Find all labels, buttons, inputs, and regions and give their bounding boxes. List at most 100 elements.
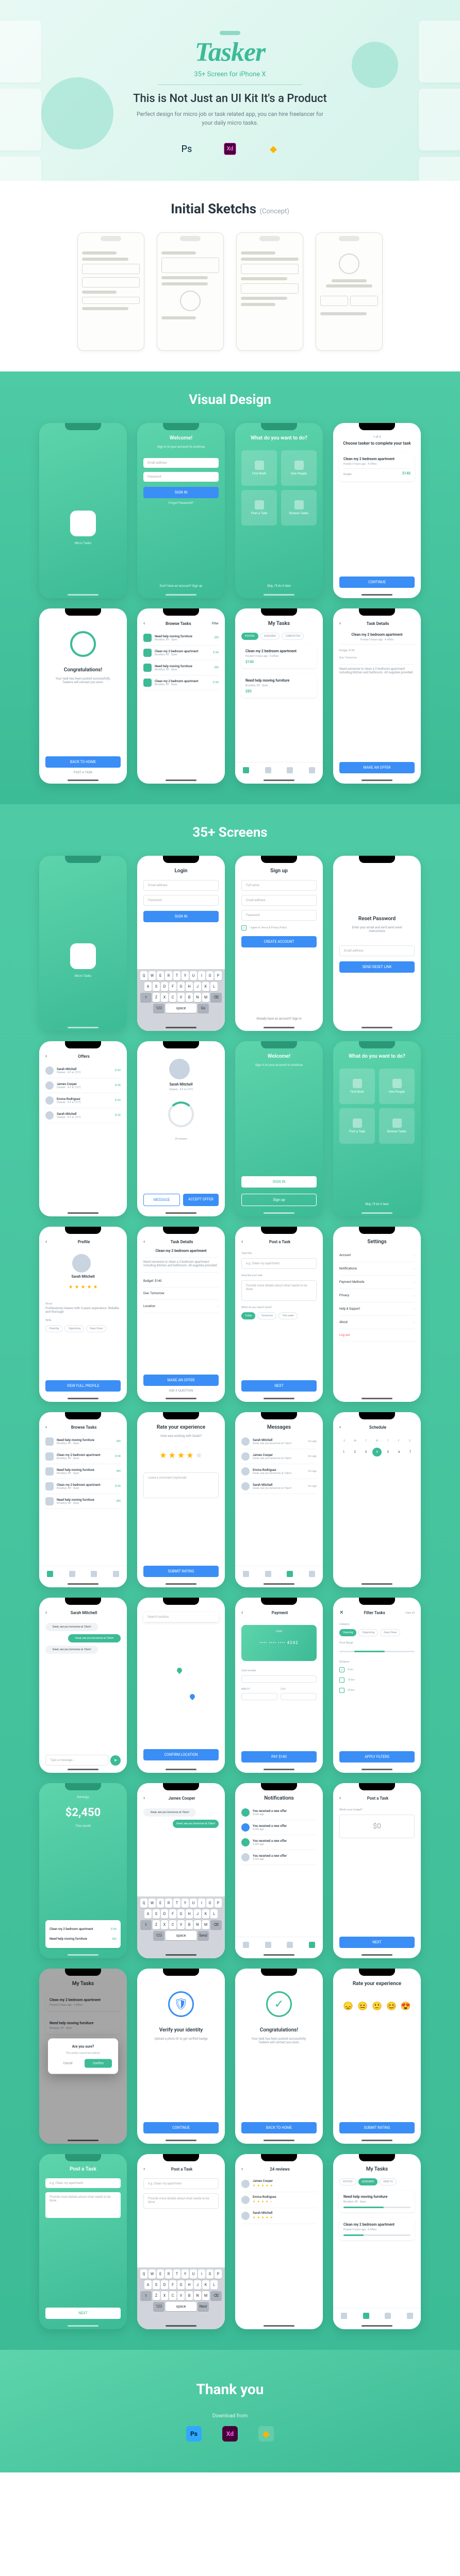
tab-assigned[interactable]: ASSIGNED [260, 633, 280, 640]
name-input[interactable]: Full name [241, 880, 317, 891]
divider [158, 84, 302, 85]
budget-input[interactable]: $0 [339, 1815, 415, 1838]
tab-bar [235, 762, 323, 777]
password-input[interactable]: Password [143, 472, 219, 482]
message-button[interactable]: MESSAGE [143, 1194, 180, 1206]
view-profile-button[interactable]: VIEW FULL PROFILE [45, 1380, 121, 1392]
expiry-input[interactable] [241, 1693, 277, 1700]
cat-browse[interactable]: Browse Tasks [281, 490, 317, 526]
reset-button[interactable]: SEND RESET LINK [339, 961, 415, 973]
task-title-input[interactable]: e.g. Clean my apartment [241, 1258, 317, 1269]
cat-find[interactable]: Find Work [241, 450, 277, 486]
email-input[interactable]: Email address [241, 895, 317, 906]
email-input[interactable]: Email address [339, 945, 415, 956]
emoji-sad[interactable]: 😞 [343, 2001, 353, 2011]
send-button[interactable]: ➤ [110, 1755, 121, 1766]
screen-reviews: ‹24 reviews James Cooper★★★★★ Emma Rodri… [235, 2154, 323, 2329]
task-title-input[interactable]: e.g. Clean my apartment [45, 2178, 121, 2188]
create-button[interactable]: CREATE ACCOUNT [241, 936, 317, 947]
task-details-input[interactable]: Provide more details about what needs to… [143, 2193, 219, 2209]
confirm-location-button[interactable]: CONFIRM LOCATION [143, 1749, 219, 1760]
tab-icon[interactable] [243, 767, 249, 773]
keyboard[interactable]: QWERTYUIOP ASDFGHJKL ⇧ZXCVBNM⌫ 123spaceN… [137, 2267, 225, 2329]
task-title-input[interactable]: e.g. Clean my apartment [143, 2178, 219, 2189]
task-details-input[interactable]: Provide more details about what needs to… [45, 2192, 121, 2218]
sketch-icon[interactable]: ◆ [258, 2426, 274, 2442]
backhome-button[interactable]: BACK TO HOME [45, 756, 121, 768]
tab-done[interactable]: COMPLETED [282, 633, 304, 640]
make-offer-button[interactable]: MAKE AN OFFER [339, 762, 415, 773]
offer-item[interactable]: James CooperCleaner · 4.9 ★ (127)$140 [45, 1078, 121, 1093]
tab-icon[interactable] [287, 767, 293, 773]
next-button[interactable]: NEXT [339, 1937, 415, 1948]
signin-button[interactable]: SIGN IN [143, 487, 219, 498]
next-button[interactable]: NEXT [45, 2308, 121, 2319]
pay-button[interactable]: PAY $140 [241, 1751, 317, 1762]
list-item[interactable]: Need help moving furnitureBrooklyn, NY ·… [143, 631, 219, 646]
tab-icon[interactable] [265, 767, 271, 773]
cvv-input[interactable] [281, 1693, 317, 1700]
task-card[interactable]: Clean my 2 bedroom apartment Posted 3 ho… [339, 453, 415, 481]
forgot-link[interactable]: Forgot Password? [143, 501, 219, 505]
offer-item[interactable]: Sarah MitchellCleaner · 4.9 ★ (127)$120 [45, 1108, 121, 1123]
settings-row[interactable]: Account› [339, 1249, 415, 1262]
signup-button[interactable]: Sign up [241, 1194, 317, 1206]
keyboard[interactable]: QWERTYUIOP ASDFGHJKL ⇧ZXCVBNM⌫ 123spaceS… [137, 1896, 225, 1958]
chat-input[interactable]: Type a message... [45, 1755, 108, 1766]
cat-hire[interactable]: Hire People [281, 450, 317, 486]
apply-button[interactable]: APPLY FILTERS [339, 1751, 415, 1762]
task-card[interactable]: Need help moving furniture Brooklyn, NY … [241, 674, 317, 698]
xd-icon[interactable]: Xd [222, 2426, 238, 2442]
logout-row[interactable]: Log out [339, 1329, 415, 1342]
card-input[interactable] [241, 1675, 317, 1683]
screen-schedule: ‹Schedule SMTWTFS 1234567 [333, 1412, 421, 1587]
accept-button[interactable]: ACCEPT OFFER [183, 1194, 219, 1206]
emoji-neutral[interactable]: 😐 [357, 2001, 368, 2011]
signin-button[interactable]: SIGN IN [143, 911, 219, 922]
comment-input[interactable]: Leave a comment (optional) [143, 1472, 219, 1498]
offer-item[interactable]: Emma RodriguezCleaner · 4.9 ★ (127)$120 [45, 1093, 121, 1108]
backhome-button[interactable]: BACK TO HOME [241, 2122, 317, 2133]
task-card[interactable]: Clean my 2 bedroom apartment Posted 3 ho… [241, 645, 317, 668]
agree-checkbox[interactable]: ✓I agree to Terms & Privacy Policy [241, 925, 317, 930]
settings-row[interactable]: Privacy› [339, 1289, 415, 1302]
task-details-input[interactable]: Provide more details about what needs to… [241, 1280, 317, 1301]
settings-row[interactable]: Payment Methods› [339, 1276, 415, 1289]
cat-post[interactable]: Post a Task [241, 490, 277, 526]
emoji-happy[interactable]: 😊 [386, 2001, 397, 2011]
skip-link[interactable]: Skip, I'll do it later [241, 581, 317, 591]
email-input[interactable]: Email address [143, 880, 219, 891]
settings-row[interactable]: Help & Support› [339, 1302, 415, 1316]
cancel-button[interactable]: Cancel [54, 2059, 81, 2068]
confirm-button[interactable]: Confirm [85, 2059, 112, 2068]
question-link[interactable]: ASK A QUESTION [143, 1389, 219, 1393]
password-input[interactable]: Password [143, 895, 219, 906]
keyboard[interactable]: QWERTYUIOP ASDFGHJKL ⇧ZXCVBNM⌫ 123spaceG… [137, 969, 225, 1031]
signin-button[interactable]: SIGN IN [241, 1176, 317, 1188]
post-task-link[interactable]: POST A TASK [74, 771, 92, 774]
list-item[interactable]: Need help moving furnitureBrooklyn, NY ·… [143, 660, 219, 675]
email-input[interactable]: Email address [143, 458, 219, 468]
settings-row[interactable]: About› [339, 1316, 415, 1329]
settings-row[interactable]: Notifications› [339, 1262, 415, 1276]
continue-button[interactable]: CONTINUE [143, 2122, 219, 2133]
submit-button[interactable]: SUBMIT RATING [339, 2122, 415, 2133]
tab-icon[interactable] [309, 767, 315, 773]
emoji-love[interactable]: 😍 [401, 2001, 411, 2011]
continue-button[interactable]: CONTINUE [339, 577, 415, 588]
reset-title: Reset Password [358, 916, 396, 922]
tab-posted[interactable]: POSTED [241, 633, 258, 640]
list-item[interactable]: Clean my 2 bedroom apartmentBrooklyn, NY… [143, 646, 219, 660]
submit-button[interactable]: SUBMIT RATING [143, 1566, 219, 1577]
map-search-input[interactable]: Search location [143, 1612, 219, 1622]
offer-item[interactable]: Sarah MitchellCleaner · 4.9 ★ (127)$120 [45, 1063, 121, 1078]
signup-link[interactable]: Don't have an account? Sign up [143, 581, 219, 591]
photoshop-icon[interactable]: Ps [186, 2426, 202, 2442]
emoji-ok[interactable]: 🙂 [372, 2001, 382, 2011]
screen-post-task: ‹Post a Task Task title e.g. Clean my ap… [235, 1227, 323, 1402]
password-input[interactable]: Password [241, 910, 317, 921]
have-account-link[interactable]: Already have an account? Sign in [241, 1014, 317, 1024]
make-offer-button[interactable]: MAKE AN OFFER [143, 1375, 219, 1386]
next-button[interactable]: NEXT [241, 1380, 317, 1392]
list-item[interactable]: Clean my 2 bedroom apartmentBrooklyn, NY… [143, 675, 219, 690]
